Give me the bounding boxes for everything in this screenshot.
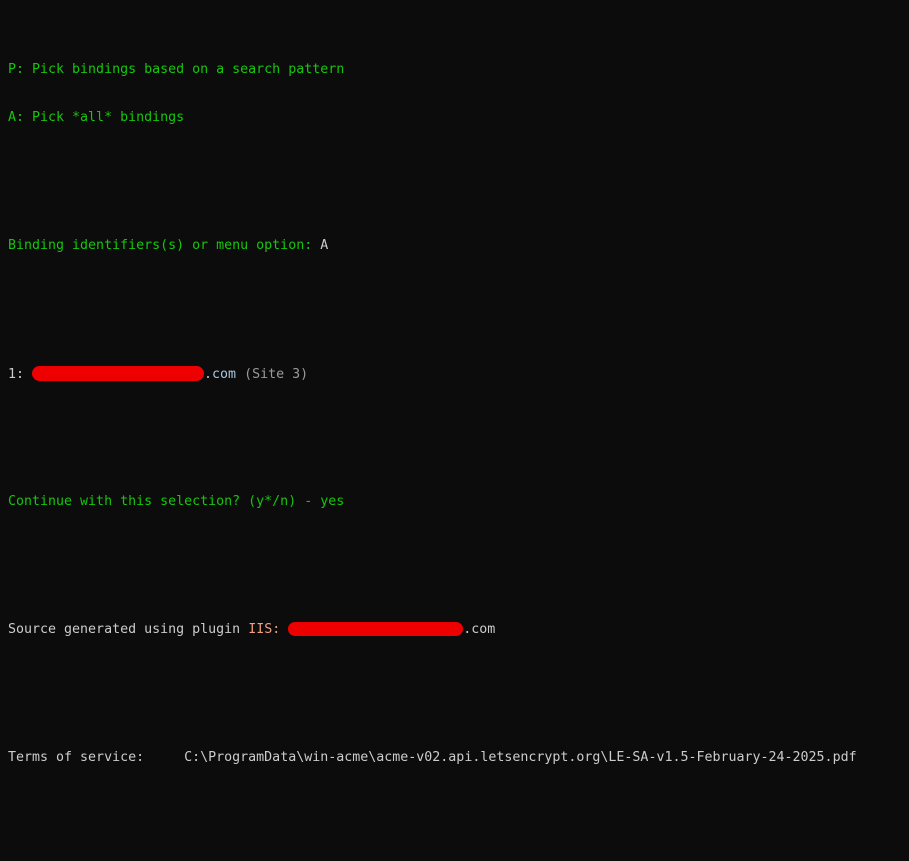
binding-result-line: 1: .com (Site 3) [8, 366, 909, 382]
continue-prompt-label: Continue with this selection? (y*/n) - [8, 494, 313, 509]
continue-prompt-line: Continue with this selection? (y*/n) - y… [8, 494, 909, 510]
spacer-text-4 [240, 622, 248, 637]
menu-line-pick-pattern-text: P: Pick bindings based on a search patte… [8, 62, 345, 77]
terms-of-service-label: Terms of service: [8, 750, 145, 765]
binding-domain-suffix: .com [204, 367, 237, 382]
menu-line-pick-all-text: A: Pick *all* bindings [8, 110, 185, 125]
binding-prompt-line: Binding identifiers(s) or menu option: A [8, 238, 909, 254]
source-generated-prefix: Source generated using plugin [8, 622, 241, 637]
spacer-text-2 [236, 367, 244, 382]
binding-prompt-answer-value: A [320, 238, 329, 253]
terms-of-service-line: Terms of service: C:\ProgramData\win-acm… [8, 750, 909, 766]
binding-prompt-label: Binding identifiers(s) or menu option: [8, 238, 313, 253]
spacer-text [24, 367, 32, 382]
continue-prompt-answer: yes [320, 494, 345, 509]
menu-line-pick-pattern: P: Pick bindings based on a search patte… [8, 62, 909, 78]
binding-site-label: (Site 3) [244, 367, 309, 382]
redaction-bar-domain-2 [288, 622, 464, 636]
spacer-text-6 [144, 750, 184, 765]
source-generated-plugin: IIS: [248, 622, 281, 637]
redaction-bar-domain-1 [32, 366, 205, 381]
terminal-window[interactable]: P: Pick bindings based on a search patte… [0, 0, 909, 861]
menu-line-pick-all: A: Pick *all* bindings [8, 110, 909, 126]
terms-of-service-path: C:\ProgramData\win-acme\acme-v02.api.let… [184, 750, 857, 765]
spacer-text-5 [280, 622, 288, 637]
source-generated-line: Source generated using plugin IIS: .com [8, 622, 909, 638]
source-generated-suffix: .com [463, 622, 496, 637]
binding-index: 1: [8, 367, 25, 382]
